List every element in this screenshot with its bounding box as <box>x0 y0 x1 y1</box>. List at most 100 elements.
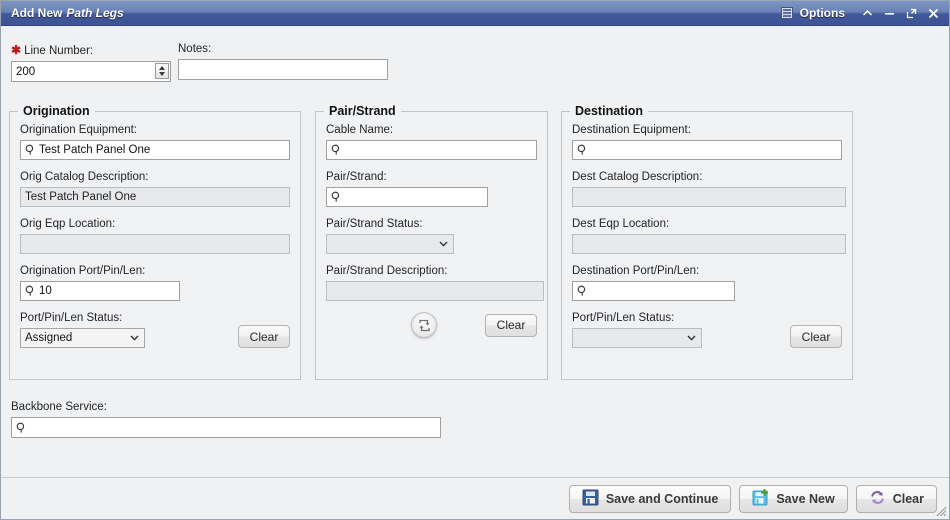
pair-strand-label: Pair/Strand: <box>326 171 537 183</box>
destination-status-select[interactable] <box>572 328 702 348</box>
save-icon <box>582 489 599 509</box>
destination-eqp-location-input <box>572 234 846 254</box>
line-number-input[interactable]: 200 <box>11 61 171 82</box>
cable-name-label: Cable Name: <box>326 124 537 136</box>
origination-equipment-input[interactable]: Test Patch Panel One <box>20 140 290 160</box>
required-marker: ✱ <box>11 43 21 57</box>
line-number-label-text: Line Number: <box>24 45 93 57</box>
cable-name-input[interactable] <box>326 140 537 160</box>
notes-input[interactable] <box>178 59 388 80</box>
origination-status-select[interactable]: Assigned <box>20 328 145 348</box>
options-button[interactable]: Options <box>800 6 845 20</box>
pair-strand-description-input <box>326 281 544 301</box>
line-number-value: 200 <box>16 66 35 78</box>
destination-equipment-input[interactable] <box>572 140 842 160</box>
destination-equipment-group: Destination Equipment: <box>572 124 842 160</box>
clear-button[interactable]: Clear <box>856 485 937 513</box>
origination-status-value: Assigned <box>25 332 72 344</box>
pair-strand-clear-button[interactable]: Clear <box>485 314 537 337</box>
top-fields-row: ✱Line Number: 200 Notes: <box>1 26 950 104</box>
restore-icon[interactable] <box>901 3 921 23</box>
origination-catalog-description-label: Orig Catalog Description: <box>20 171 290 183</box>
origination-body: Origination Equipment: Test Patch Panel … <box>10 112 300 356</box>
pair-strand-status-group: Pair/Strand Status: <box>326 218 537 254</box>
origination-catalog-description-input: Test Patch Panel One <box>20 187 290 207</box>
destination-status-row: Port/Pin/Len Status: Clear <box>572 312 842 348</box>
destination-equipment-label: Destination Equipment: <box>572 124 842 136</box>
search-icon <box>577 144 588 156</box>
backbone-service-label: Backbone Service: <box>11 401 441 413</box>
destination-panel: Destination Destination Equipment: Dest … <box>561 111 853 380</box>
window-titlebar: Add New Path Legs Options <box>1 1 950 26</box>
origination-equipment-value: Test Patch Panel One <box>39 144 150 156</box>
destination-eqp-location-group: Dest Eqp Location: <box>572 218 842 254</box>
chevron-down-icon <box>439 241 448 247</box>
destination-status-group: Port/Pin/Len Status: <box>572 312 702 348</box>
origination-legend: Origination <box>18 104 95 118</box>
chevron-down-icon <box>130 335 139 341</box>
pair-strand-legend: Pair/Strand <box>324 104 401 118</box>
destination-catalog-description-group: Dest Catalog Description: <box>572 171 842 207</box>
window-title: Add New Path Legs <box>1 6 124 20</box>
search-icon <box>331 144 342 156</box>
origination-panel: Origination Origination Equipment: Test … <box>9 111 301 380</box>
swap-arrows-icon <box>417 318 432 333</box>
destination-clear-button[interactable]: Clear <box>790 325 842 348</box>
origination-equipment-group: Origination Equipment: Test Patch Panel … <box>20 124 290 160</box>
destination-catalog-description-label: Dest Catalog Description: <box>572 171 842 183</box>
save-new-label: Save New <box>776 492 834 506</box>
pair-strand-input[interactable] <box>326 187 488 207</box>
search-icon <box>25 144 36 156</box>
origination-port-pin-len-group: Origination Port/Pin/Len: 10 <box>20 265 290 301</box>
origination-catalog-description-group: Orig Catalog Description: Test Patch Pan… <box>20 171 290 207</box>
origination-status-group: Port/Pin/Len Status: Assigned <box>20 312 145 348</box>
minimize-icon[interactable] <box>879 3 899 23</box>
origination-port-pin-len-value: 10 <box>39 285 52 297</box>
origination-eqp-location-group: Orig Eqp Location: <box>20 218 290 254</box>
origination-eqp-location-label: Orig Eqp Location: <box>20 218 290 230</box>
notes-label: Notes: <box>178 43 388 55</box>
line-number-field-group: ✱Line Number: 200 <box>11 43 171 82</box>
resize-grip[interactable] <box>934 504 947 517</box>
window-title-primary: Add New <box>11 6 62 20</box>
line-number-input-wrap: 200 <box>11 61 171 82</box>
save-and-continue-button[interactable]: Save and Continue <box>569 485 732 513</box>
close-icon[interactable] <box>923 3 943 23</box>
backbone-service-input[interactable] <box>11 417 441 438</box>
add-new-path-legs-window: Add New Path Legs Options <box>0 0 950 520</box>
origination-equipment-label: Origination Equipment: <box>20 124 290 136</box>
pair-strand-description-group: Pair/Strand Description: <box>326 265 537 301</box>
line-number-stepper[interactable] <box>155 63 169 79</box>
pair-strand-panel: Pair/Strand Cable Name: Pair/Strand: <box>315 111 548 380</box>
pair-strand-group: Pair/Strand: <box>326 171 537 207</box>
clear-label: Clear <box>893 492 924 506</box>
cable-name-group: Cable Name: <box>326 124 537 160</box>
pair-strand-action-row: Clear <box>326 312 537 338</box>
destination-eqp-location-label: Dest Eqp Location: <box>572 218 842 230</box>
chevron-up-icon[interactable] <box>857 3 877 23</box>
window-title-secondary: Path Legs <box>66 6 123 20</box>
origination-catalog-description-value: Test Patch Panel One <box>25 191 136 203</box>
origination-status-label: Port/Pin/Len Status: <box>20 312 145 324</box>
destination-legend: Destination <box>570 104 648 118</box>
destination-status-label: Port/Pin/Len Status: <box>572 312 702 324</box>
origination-eqp-location-input <box>20 234 290 254</box>
pair-strand-status-label: Pair/Strand Status: <box>326 218 537 230</box>
destination-body: Destination Equipment: Dest Catalog Desc… <box>562 112 852 356</box>
search-icon <box>25 285 36 297</box>
refresh-icon <box>869 489 886 509</box>
save-new-button[interactable]: Save New <box>739 485 847 513</box>
origination-clear-button[interactable]: Clear <box>238 325 290 348</box>
destination-port-pin-len-label: Destination Port/Pin/Len: <box>572 265 842 277</box>
destination-port-pin-len-input[interactable] <box>572 281 735 301</box>
origination-port-pin-len-input[interactable]: 10 <box>20 281 180 301</box>
chevron-down-icon <box>687 335 696 341</box>
swap-arrows-icon-button[interactable] <box>411 312 437 338</box>
save-and-continue-label: Save and Continue <box>606 492 719 506</box>
line-number-label: ✱Line Number: <box>11 43 171 57</box>
titlebar-controls: Options <box>781 3 950 23</box>
destination-port-pin-len-group: Destination Port/Pin/Len: <box>572 265 842 301</box>
search-icon <box>577 285 588 297</box>
pair-strand-status-select[interactable] <box>326 234 454 254</box>
destination-catalog-description-input <box>572 187 846 207</box>
